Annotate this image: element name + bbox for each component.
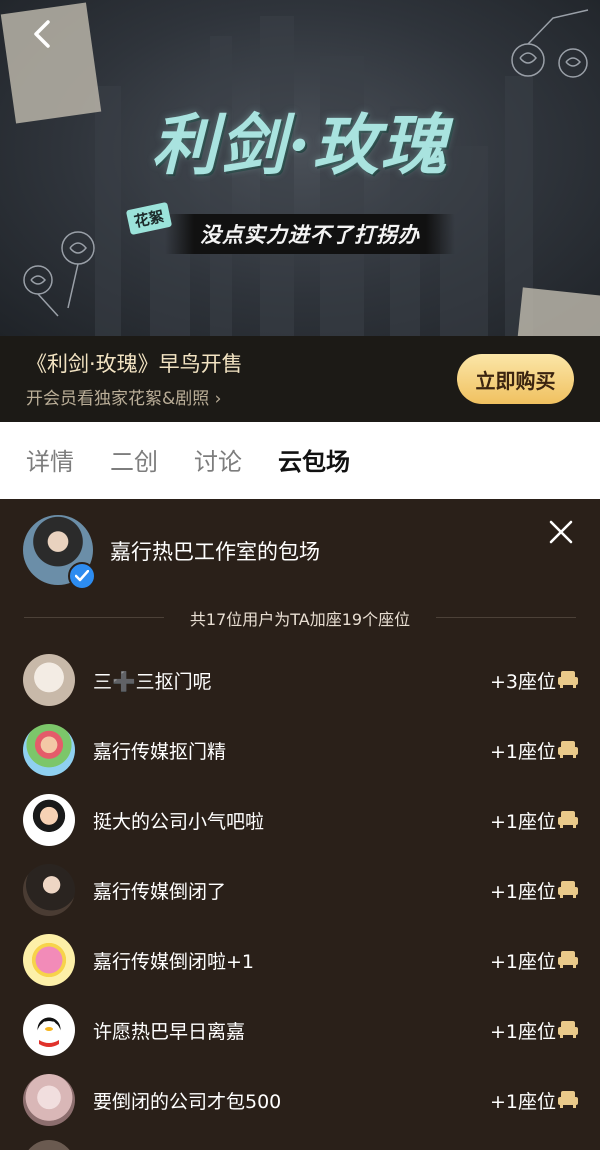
back-arrow-icon[interactable] xyxy=(22,14,62,54)
user-name: 三➕三抠门呢 xyxy=(93,671,212,693)
seat-icon xyxy=(558,1091,578,1108)
rose-decoration xyxy=(23,231,95,317)
user-name: 嘉行传媒倒闭了 xyxy=(93,881,227,903)
seat-count: +3座位 xyxy=(490,671,557,693)
seat-icon xyxy=(558,1021,578,1038)
seat-icon xyxy=(558,741,578,758)
list-item[interactable]: 挺大的公司小气吧啦 +1座位 xyxy=(0,785,600,855)
poster-title: 利剑·玫瑰 xyxy=(151,106,449,184)
user-name: 许愿热巴早日离嘉 xyxy=(93,1021,246,1043)
seat-count: +1座位 xyxy=(490,881,557,903)
promo-title: 《利剑·玫瑰》早鸟开售 xyxy=(26,352,243,376)
avatar xyxy=(23,934,75,986)
poster-decoration xyxy=(517,287,600,336)
list-item[interactable]: 许愿热巴早日离嘉 +1座位 xyxy=(0,995,600,1065)
tab-fan-creations[interactable]: 二创 xyxy=(110,442,158,477)
avatar xyxy=(23,864,75,916)
list-item[interactable]: 嘉行传媒倒闭啦+1 +1座位 xyxy=(0,925,600,995)
tab-details[interactable]: 详情 xyxy=(26,442,74,477)
host-name: 嘉行热巴工作室的包场 xyxy=(110,540,320,564)
seat-count: +1座位 xyxy=(490,1021,557,1043)
seat-icon xyxy=(558,881,578,898)
avatar xyxy=(23,724,75,776)
seat-icon xyxy=(558,811,578,828)
verified-icon xyxy=(68,562,96,590)
tab-cloud-booking[interactable]: 云包场 xyxy=(278,442,350,477)
slogan-text: 没点实力进不了打拐办 xyxy=(200,223,420,247)
member-link[interactable]: 开会员看独家花絮&剧照 › xyxy=(26,384,221,409)
seat-count: +1座位 xyxy=(490,1091,557,1113)
slogan-band: 没点实力进不了打拐办 xyxy=(165,214,455,254)
seat-icon xyxy=(558,671,578,688)
close-icon[interactable] xyxy=(546,517,576,547)
list-item[interactable]: 嘉行传媒倒闭了 +1座位 xyxy=(0,855,600,925)
user-name: 挺大的公司小气吧啦 xyxy=(93,811,265,833)
seat-count: +1座位 xyxy=(490,741,557,763)
buy-now-button[interactable]: 立即购买 xyxy=(457,354,574,404)
rose-decoration xyxy=(511,9,589,78)
seat-count: +1座位 xyxy=(490,951,557,973)
seat-icon xyxy=(558,951,578,968)
avatar xyxy=(23,1074,75,1126)
list-item[interactable]: 嘉行传媒抠门精 +1座位 xyxy=(0,715,600,785)
user-name: 要倒闭的公司才包500 xyxy=(93,1091,282,1113)
user-name: 嘉行传媒倒闭啦+1 xyxy=(93,951,255,973)
tab-discussion[interactable]: 讨论 xyxy=(194,442,242,477)
avatar xyxy=(23,1004,75,1056)
poster-banner: 利剑·玫瑰 没点实力进不了打拐办 花絮 xyxy=(0,0,600,336)
list-item[interactable]: 三➕三抠门呢 +3座位 xyxy=(0,645,600,715)
seat-summary: 共17位用户为TA加座19个座位 xyxy=(189,610,411,629)
avatar xyxy=(23,1140,75,1150)
avatar xyxy=(23,654,75,706)
list-item[interactable]: 要倒闭的公司才包500 +1座位 xyxy=(0,1065,600,1135)
avatar xyxy=(23,794,75,846)
user-name: 嘉行传媒抠门精 xyxy=(93,741,227,763)
seat-count: +1座位 xyxy=(490,811,557,833)
